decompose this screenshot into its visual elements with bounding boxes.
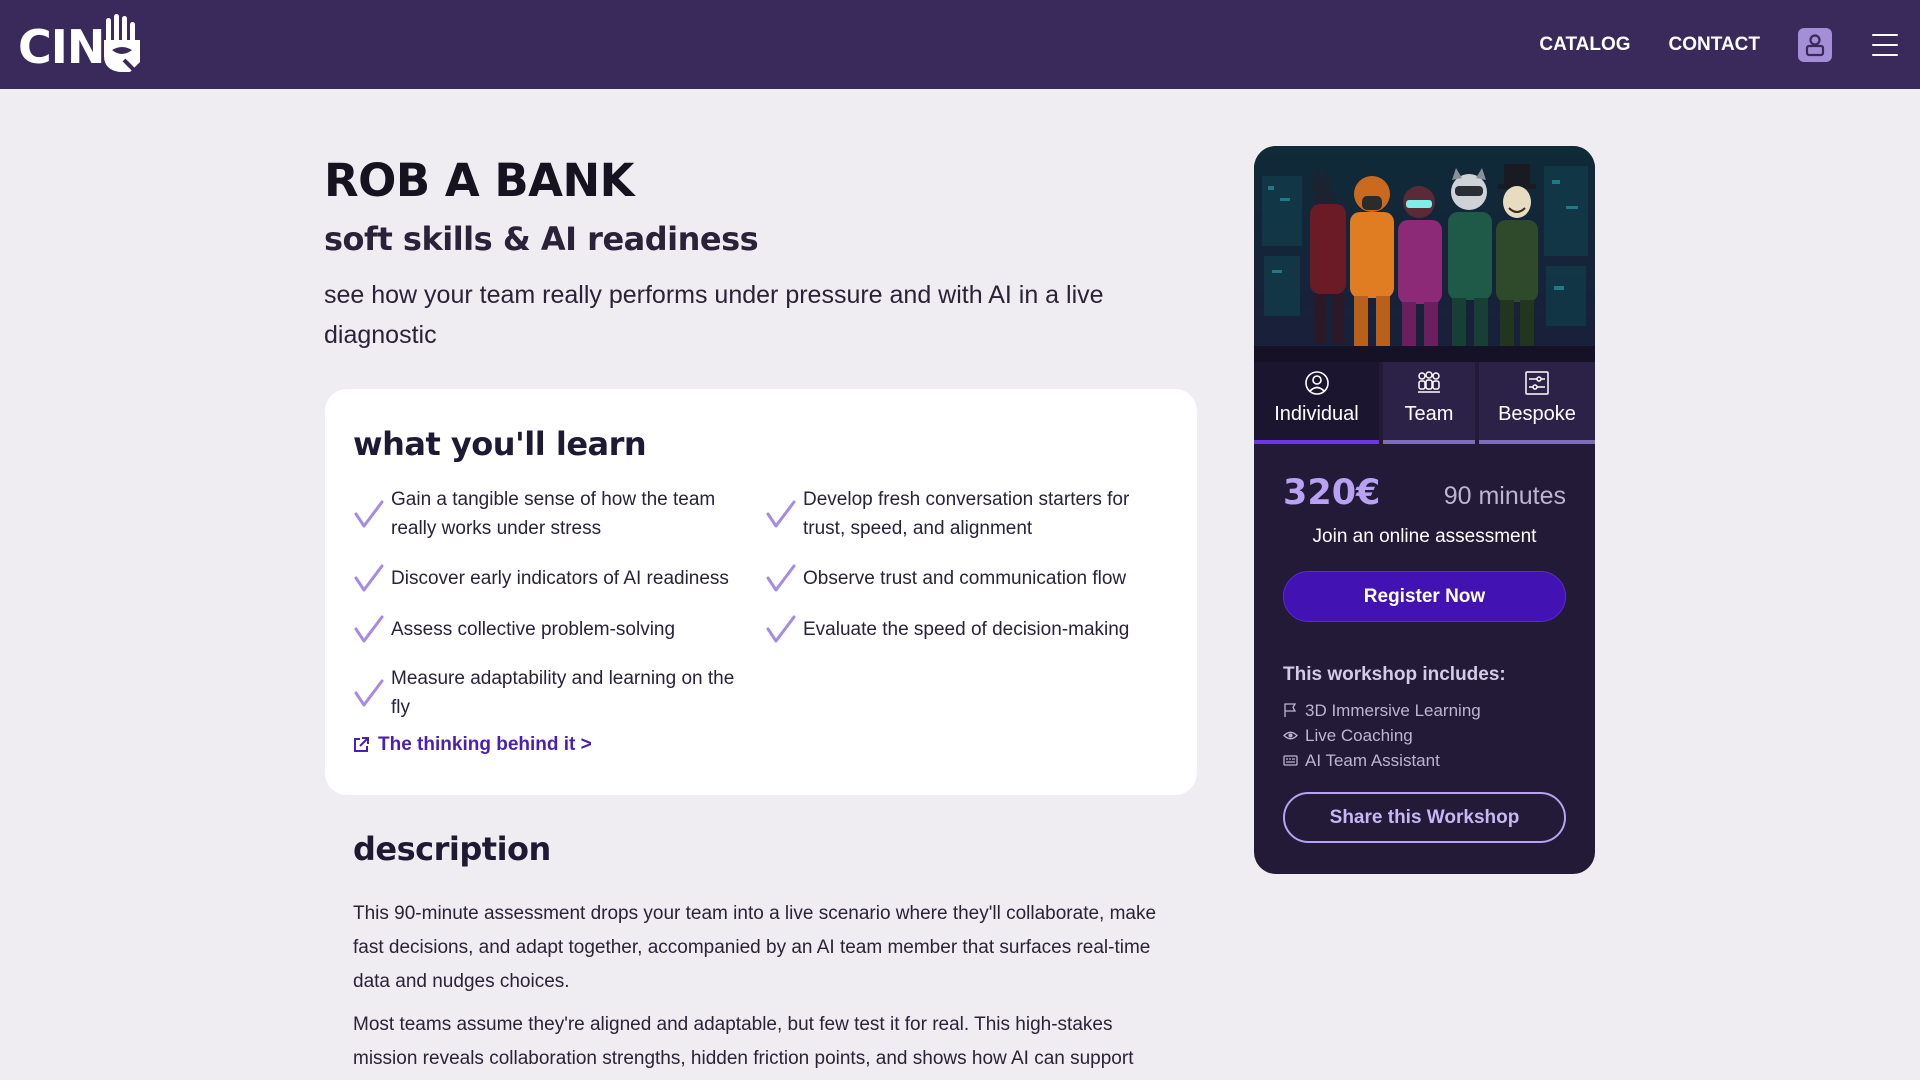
duration: 90 minutes	[1443, 482, 1566, 510]
learn-list-right: Develop fresh conversation starters for …	[765, 485, 1175, 664]
main-nav: CATALOG CONTACT	[1501, 0, 1898, 89]
hand-logo-icon	[104, 14, 141, 72]
check-icon	[766, 564, 796, 592]
settings-card-icon	[1525, 371, 1549, 395]
learn-item-text: Evaluate the speed of decision-making	[803, 618, 1130, 640]
external-link-icon	[354, 737, 369, 752]
tab-individual[interactable]: Individual	[1254, 362, 1379, 444]
hamburger-menu-button[interactable]	[1872, 33, 1898, 56]
learn-item-text: Develop fresh conversation starters for …	[803, 489, 1130, 539]
booking-tabs: Individual Team Bespoke	[1254, 362, 1595, 444]
person-icon	[1304, 371, 1329, 395]
learn-heading: what you'll learn	[353, 425, 647, 463]
join-text: Join an online assessment	[1312, 526, 1537, 547]
thinking-behind-link[interactable]: The thinking behind it >	[353, 734, 592, 756]
learn-item-text: Observe trust and communication flow	[803, 567, 1127, 589]
page-tagline: see how your team really performs under …	[324, 281, 1104, 349]
list-item: Gain a tangible sense of how the team re…	[353, 485, 753, 543]
learn-item-text: Discover early indicators of AI readines…	[391, 567, 729, 589]
tab-bespoke[interactable]: Bespoke	[1479, 362, 1595, 444]
learn-list-left: Gain a tangible sense of how the team re…	[353, 485, 753, 741]
include-label: 3D Immersive Learning	[1305, 700, 1481, 720]
list-item: Discover early indicators of AI readines…	[353, 562, 753, 594]
nav-contact-link[interactable]: CONTACT	[1669, 34, 1760, 56]
user-account-button[interactable]	[1798, 27, 1832, 62]
includes-title: This workshop includes:	[1283, 664, 1506, 685]
list-item: Observe trust and communication flow	[765, 562, 1175, 594]
list-item: Assess collective problem-solving	[353, 613, 753, 645]
nav-catalog-link[interactable]: CATALOG	[1539, 34, 1630, 56]
description-heading: description	[353, 830, 551, 868]
list-item: Measure adaptability and learning on the…	[353, 664, 753, 722]
logo-text: CIN	[18, 20, 105, 74]
check-icon	[766, 615, 796, 643]
check-icon	[354, 564, 384, 592]
page-subtitle: soft skills & AI readiness	[324, 220, 759, 258]
includes-list: 3D Immersive Learning Live Coaching AI T…	[1283, 698, 1481, 773]
keyboard-icon	[1283, 755, 1298, 766]
site-logo[interactable]: CIN	[18, 12, 144, 74]
tab-bespoke-label: Bespoke	[1498, 403, 1576, 425]
register-now-button[interactable]: Register Now	[1283, 571, 1566, 622]
learn-card: what you'll learn Gain a tangible sense …	[325, 389, 1197, 795]
team-icon	[1418, 371, 1440, 393]
hamburger-menu-icon	[1872, 33, 1898, 36]
share-workshop-button[interactable]: Share this Workshop	[1283, 792, 1566, 843]
flag-icon	[1284, 703, 1297, 717]
list-item: AI Team Assistant	[1283, 748, 1481, 773]
workshop-illustration	[1254, 146, 1595, 362]
check-icon	[766, 500, 796, 528]
check-icon	[354, 679, 384, 707]
learn-item-text: Gain a tangible sense of how the team re…	[391, 489, 716, 539]
learn-item-text: Measure adaptability and learning on the…	[391, 668, 735, 718]
include-label: AI Team Assistant	[1305, 750, 1440, 770]
list-item: Evaluate the speed of decision-making	[765, 613, 1175, 645]
check-icon	[354, 615, 384, 643]
list-item: Live Coaching	[1283, 723, 1481, 748]
description-paragraph: This 90-minute assessment drops your tea…	[353, 903, 1157, 992]
booking-card: Individual Team Bespoke 320€ 90 minutes …	[1254, 146, 1595, 874]
tab-team-label: Team	[1404, 403, 1454, 425]
price: 320€	[1283, 473, 1381, 513]
site-header: CIN CATALOG CONTACT	[0, 0, 1920, 89]
tab-individual-label: Individual	[1274, 403, 1359, 425]
include-label: Live Coaching	[1305, 725, 1413, 745]
thinking-link-label: The thinking behind it >	[378, 734, 592, 755]
description-paragraph: Most teams assume they're aligned and ad…	[353, 1014, 1134, 1069]
user-icon	[1805, 33, 1825, 56]
list-item: Develop fresh conversation starters for …	[765, 485, 1175, 543]
page-title: ROB A BANK	[324, 154, 635, 207]
check-icon	[354, 500, 384, 528]
tab-team[interactable]: Team	[1383, 362, 1475, 444]
list-item: 3D Immersive Learning	[1283, 698, 1481, 723]
eye-icon	[1283, 731, 1298, 740]
learn-item-text: Assess collective problem-solving	[391, 618, 676, 640]
price-row: 320€ 90 minutes	[1283, 473, 1566, 513]
